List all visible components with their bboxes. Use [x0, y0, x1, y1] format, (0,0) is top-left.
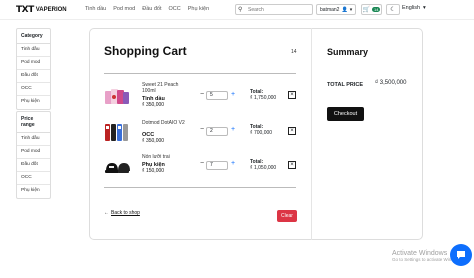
currency-symbol: ₫ [375, 80, 379, 86]
increase-qty-button[interactable]: + [231, 91, 235, 98]
currency-symbol: ₫ [142, 168, 145, 174]
decrease-qty-button[interactable]: − [200, 160, 204, 167]
product-price-value: 350,000 [145, 138, 165, 144]
cart-item-row: Sweet 21 Peach 100ml Tinh dầu ₫ 350,000 … [104, 82, 300, 111]
increase-qty-button[interactable]: + [231, 126, 235, 133]
user-icon: 👤 [341, 6, 348, 13]
total-price: ₫ 3,500,000 [375, 80, 406, 86]
cart-item-row: Nón lưỡi trai Phụ kiện ₫ 150,000 − 7 + T… [104, 153, 300, 181]
item-total: ₫ 700,000 [250, 130, 272, 136]
currency-symbol: ₫ [250, 165, 253, 171]
language-label: English [402, 5, 421, 11]
chat-icon [457, 251, 465, 259]
back-to-shop-link[interactable]: ← Back to shop [104, 210, 140, 216]
summary-divider [311, 28, 312, 240]
decrease-qty-button[interactable]: − [200, 91, 204, 98]
quantity-input[interactable]: 2 [206, 127, 228, 136]
logo-mark: TXT [16, 5, 34, 15]
nav-link-occ[interactable]: OCC [168, 6, 180, 12]
back-to-shop-label: Back to shop [111, 210, 140, 216]
search-input[interactable] [248, 6, 308, 13]
total-price-label: TOTAL PRICE [327, 82, 364, 88]
product-image-cap [104, 156, 130, 173]
chat-button[interactable] [450, 244, 472, 266]
chevron-down-icon: ▾ [423, 5, 426, 11]
currency-symbol: ₫ [142, 102, 145, 108]
decrease-qty-button[interactable]: − [200, 126, 204, 133]
clear-cart-button[interactable]: Clear [277, 210, 297, 222]
product-price: ₫ 350,000 [142, 102, 164, 108]
cart-count-badge: 14 [372, 7, 381, 12]
product-name[interactable]: Sweet 21 Peach 100ml [142, 82, 192, 94]
user-menu-button[interactable]: batman2 👤 ▾ [316, 4, 357, 15]
remove-item-button[interactable]: × [288, 127, 296, 135]
category-filter-title: Category [17, 29, 50, 44]
price-range-title: Price range [17, 112, 50, 133]
item-total-value: 1,750,000 [253, 95, 277, 101]
top-navbar: TXT VAPERION Tinh dầu Pod mod Đầu đốt OC… [0, 0, 474, 20]
price-range-item[interactable]: Phụ kiện [17, 185, 50, 198]
item-total: ₫ 1,050,000 [250, 165, 276, 171]
category-item[interactable]: Pod mod [17, 57, 50, 70]
product-price: ₫ 150,000 [142, 168, 164, 174]
arrow-left-icon: ← [104, 210, 109, 216]
theme-toggle-button[interactable]: ☾ [386, 4, 400, 15]
item-total-value: 1,050,000 [253, 165, 277, 171]
product-image-dotaio [105, 124, 128, 141]
search-icon[interactable]: ⚲ [238, 6, 248, 13]
remove-item-button[interactable]: × [288, 91, 296, 99]
total-price-value: 3,500,000 [379, 80, 407, 86]
category-item[interactable]: Phụ kiện [17, 96, 50, 109]
nav-link-phu-kien[interactable]: Phụ kiện [188, 6, 209, 12]
search-box: ⚲ [235, 4, 313, 15]
price-range-item[interactable]: Pod mod [17, 146, 50, 159]
chevron-down-icon: ▾ [349, 6, 353, 13]
category-item[interactable]: Đầu đốt [17, 70, 50, 83]
nav-link-dau-dot[interactable]: Đầu đốt [142, 6, 161, 12]
username: batman2 [320, 6, 340, 13]
checkout-button[interactable]: Checkout [327, 107, 364, 121]
price-range-item[interactable]: Tinh dầu [17, 133, 50, 146]
product-image-sweet21 [105, 89, 129, 104]
summary-title: Summary [327, 47, 369, 57]
cart-item-row: Dotmod DotAIO V2 OCC ₫ 350,000 − 2 + Tot… [104, 119, 300, 147]
cart-button[interactable]: 🛒 14 [361, 4, 382, 15]
item-total: ₫ 1,750,000 [250, 95, 276, 101]
increase-qty-button[interactable]: + [231, 160, 235, 167]
logo[interactable]: TXT VAPERION [16, 5, 67, 15]
page-title: Shopping Cart [104, 44, 187, 58]
remove-item-button[interactable]: × [288, 161, 296, 169]
category-item[interactable]: Tinh dầu [17, 44, 50, 57]
nav-link-tinh-dau[interactable]: Tinh dầu [85, 6, 106, 12]
currency-symbol: ₫ [250, 95, 253, 101]
divider [104, 73, 296, 74]
divider [104, 187, 296, 188]
price-range-item[interactable]: Đầu đốt [17, 159, 50, 172]
nav-links: Tinh dầu Pod mod Đầu đốt OCC Phụ kiện [85, 6, 209, 12]
brand-name: VAPERION [35, 7, 67, 13]
item-total-value: 700,000 [253, 130, 273, 136]
category-item[interactable]: OCC [17, 83, 50, 96]
price-range-item[interactable]: OCC [17, 172, 50, 185]
currency-symbol: ₫ [142, 138, 145, 144]
quantity-input[interactable]: 7 [206, 161, 228, 170]
product-name[interactable]: Dotmod DotAIO V2 [142, 120, 192, 126]
cart-icon: 🛒 [362, 7, 371, 13]
cart-item-count: 14 [291, 49, 297, 55]
category-filter: Category Tinh dầu Pod mod Đầu đốt OCC Ph… [16, 28, 51, 110]
currency-symbol: ₫ [250, 130, 253, 136]
product-price-value: 150,000 [145, 168, 165, 174]
product-name[interactable]: Nón lưỡi trai [142, 154, 192, 160]
quantity-input[interactable]: 5 [206, 91, 228, 100]
nav-link-pod-mod[interactable]: Pod mod [113, 6, 135, 12]
language-selector[interactable]: English ▾ [402, 5, 426, 11]
product-price-value: 350,000 [145, 102, 165, 108]
moon-icon: ☾ [390, 7, 396, 13]
product-price: ₫ 350,000 [142, 138, 164, 144]
price-range-filter: Price range Tinh dầu Pod mod Đầu đốt OCC… [16, 111, 51, 199]
